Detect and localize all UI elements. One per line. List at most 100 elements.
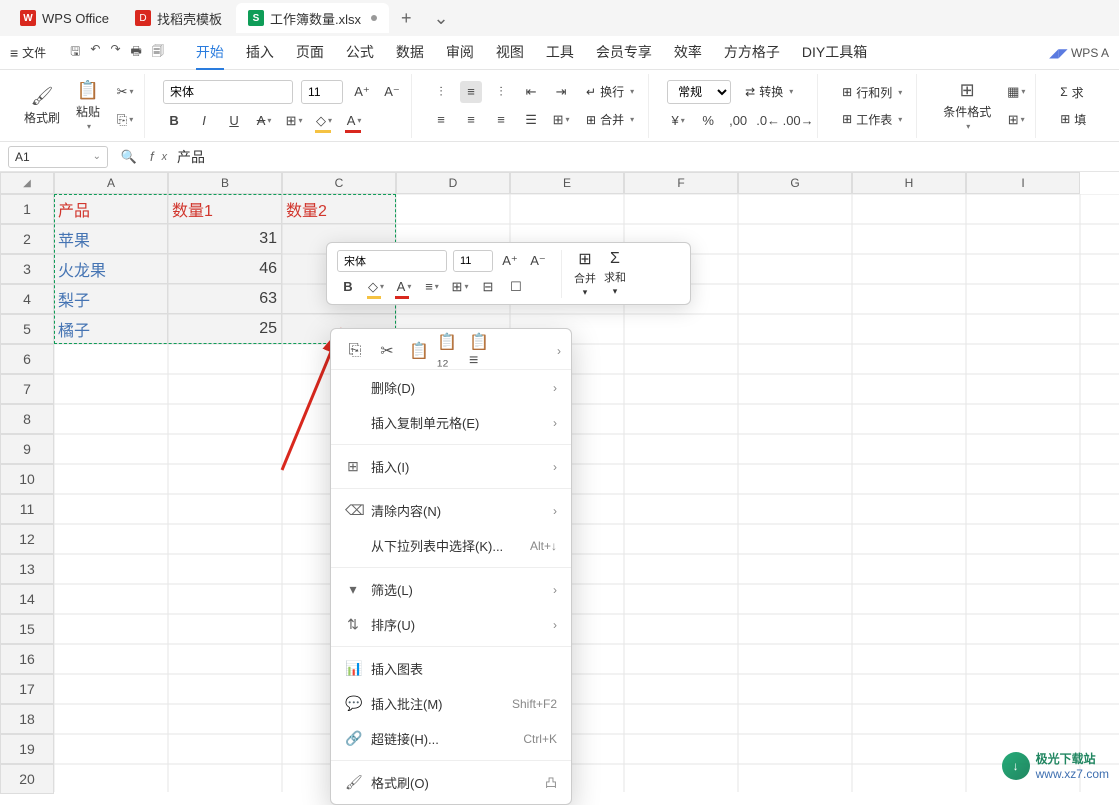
align-left-button[interactable]: ≡ bbox=[430, 109, 452, 131]
tab-more-button[interactable]: ⌄ bbox=[424, 8, 459, 29]
tab-diy[interactable]: DIY工具箱 bbox=[802, 36, 867, 70]
ctx-insert-copied[interactable]: 插入复制单元格(E)› bbox=[331, 405, 571, 440]
ctx-copy-icon[interactable]: ⎘ bbox=[341, 339, 369, 363]
undo-icon[interactable]: ↶ bbox=[90, 42, 100, 63]
indent-decrease-button[interactable]: ⇤ bbox=[520, 81, 542, 103]
paste-button[interactable]: 📋粘贴 bbox=[68, 78, 108, 133]
decrease-decimal-button[interactable]: .0← bbox=[757, 110, 779, 132]
row-header-10[interactable]: 10 bbox=[0, 464, 54, 494]
tab-data[interactable]: 数据 bbox=[396, 36, 424, 70]
cell-B1[interactable]: 数量1 bbox=[168, 194, 282, 224]
align-middle-button[interactable]: ≡ bbox=[460, 81, 482, 103]
save-icon[interactable]: 🖫 bbox=[70, 42, 80, 63]
tab-efficiency[interactable]: 效率 bbox=[674, 36, 702, 70]
mini-format[interactable]: ☐ bbox=[505, 276, 527, 298]
select-all-corner[interactable]: ◢ bbox=[0, 172, 54, 194]
mini-align[interactable]: ≡ bbox=[421, 276, 443, 298]
tab-workbook[interactable]: S 工作簿数量.xlsx bbox=[236, 3, 389, 33]
col-header-G[interactable]: G bbox=[738, 172, 852, 194]
row-header-6[interactable]: 6 bbox=[0, 344, 54, 374]
tab-home[interactable]: 开始 bbox=[196, 36, 224, 70]
currency-button[interactable]: ¥ bbox=[667, 110, 689, 132]
ctx-hyperlink[interactable]: 🔗超链接(H)...Ctrl+K bbox=[331, 721, 571, 756]
row-header-12[interactable]: 12 bbox=[0, 524, 54, 554]
col-header-F[interactable]: F bbox=[624, 172, 738, 194]
formula-input[interactable]: 产品 bbox=[177, 147, 205, 167]
font-color-button[interactable]: A bbox=[343, 110, 365, 132]
cell-A2[interactable]: 苹果 bbox=[54, 224, 168, 254]
row-header-19[interactable]: 19 bbox=[0, 734, 54, 764]
wrap-text-button[interactable]: ↵ 换行 bbox=[580, 81, 640, 102]
col-header-E[interactable]: E bbox=[510, 172, 624, 194]
cell-A5[interactable]: 橘子 bbox=[54, 314, 168, 344]
cell-A3[interactable]: 火龙果 bbox=[54, 254, 168, 284]
row-header-4[interactable]: 4 bbox=[0, 284, 54, 314]
row-header-11[interactable]: 11 bbox=[0, 494, 54, 524]
ctx-quick-more[interactable]: › bbox=[557, 344, 561, 358]
tab-member[interactable]: 会员专享 bbox=[596, 36, 652, 70]
align-top-button[interactable]: ⫶ bbox=[430, 81, 452, 103]
tab-insert[interactable]: 插入 bbox=[246, 36, 274, 70]
font-name-select[interactable] bbox=[163, 80, 293, 104]
format-button[interactable]: ⊞ bbox=[1005, 109, 1027, 131]
cell-A1[interactable]: 产品 bbox=[54, 194, 168, 224]
row-header-1[interactable]: 1 bbox=[0, 194, 54, 224]
bold-button[interactable]: B bbox=[163, 110, 185, 132]
ctx-filter[interactable]: ▾筛选(L)› bbox=[331, 572, 571, 607]
row-header-17[interactable]: 17 bbox=[0, 674, 54, 704]
redo-icon[interactable]: ↷ bbox=[110, 42, 120, 63]
italic-button[interactable]: I bbox=[193, 110, 215, 132]
file-menu[interactable]: ≡ 文件 bbox=[10, 44, 46, 61]
row-header-7[interactable]: 7 bbox=[0, 374, 54, 404]
copy-button[interactable]: ⎘ bbox=[114, 109, 136, 131]
ctx-paste-special-icon[interactable]: 📋≡ bbox=[469, 339, 497, 363]
print-icon[interactable]: 🖶 bbox=[131, 42, 142, 63]
styles-button[interactable]: ▦ bbox=[1005, 81, 1027, 103]
row-header-20[interactable]: 20 bbox=[0, 764, 54, 794]
ctx-format-painter[interactable]: 🖌格式刷(O)凸 bbox=[331, 765, 571, 800]
tab-page[interactable]: 页面 bbox=[296, 36, 324, 70]
align-bottom-button[interactable]: ⫶ bbox=[490, 81, 512, 103]
mini-sum-button[interactable]: Σ求和▾ bbox=[604, 250, 626, 297]
row-header-15[interactable]: 15 bbox=[0, 614, 54, 644]
ctx-delete[interactable]: 删除(D)› bbox=[331, 370, 571, 405]
conditional-format-button[interactable]: ⊞条件格式 bbox=[935, 78, 999, 133]
align-center-button[interactable]: ≡ bbox=[460, 109, 482, 131]
convert-button[interactable]: ⇄ 转换 bbox=[739, 81, 799, 102]
mini-fill-color[interactable]: ◇ bbox=[365, 276, 387, 298]
ctx-paste-icon[interactable]: 📋 bbox=[405, 339, 433, 363]
row-header-18[interactable]: 18 bbox=[0, 704, 54, 734]
col-header-D[interactable]: D bbox=[396, 172, 510, 194]
align-justify-button[interactable]: ☰ bbox=[520, 109, 542, 131]
cell-C1[interactable]: 数量2 bbox=[282, 194, 396, 224]
mini-increase-font[interactable]: A⁺ bbox=[499, 250, 521, 272]
row-header-2[interactable]: 2 bbox=[0, 224, 54, 254]
decrease-font-button[interactable]: A⁻ bbox=[381, 81, 403, 103]
mini-font-color[interactable]: A bbox=[393, 276, 415, 298]
mini-merge-button[interactable]: ⊞合并▾ bbox=[574, 249, 596, 298]
fill-color-button[interactable]: ◇ bbox=[313, 110, 335, 132]
tab-formula[interactable]: 公式 bbox=[346, 36, 374, 70]
ctx-insert-comment[interactable]: 💬插入批注(M)Shift+F2 bbox=[331, 686, 571, 721]
tab-add-button[interactable]: + bbox=[391, 8, 422, 29]
border-button[interactable]: ⊞ bbox=[283, 110, 305, 132]
col-header-I[interactable]: I bbox=[966, 172, 1080, 194]
col-header-B[interactable]: B bbox=[168, 172, 282, 194]
indent-increase-button[interactable]: ⇥ bbox=[550, 81, 572, 103]
row-header-9[interactable]: 9 bbox=[0, 434, 54, 464]
tab-view[interactable]: 视图 bbox=[496, 36, 524, 70]
zoom-in-icon[interactable]: 🔍 bbox=[118, 146, 140, 168]
number-format-select[interactable]: 常规 bbox=[667, 80, 731, 104]
format-painter-button[interactable]: 🖌格式刷 bbox=[16, 84, 68, 128]
mini-font-name[interactable] bbox=[337, 250, 447, 272]
col-header-C[interactable]: C bbox=[282, 172, 396, 194]
ctx-insert[interactable]: ⊞插入(I)› bbox=[331, 449, 571, 484]
row-header-8[interactable]: 8 bbox=[0, 404, 54, 434]
mini-unmerge[interactable]: ⊟ bbox=[477, 276, 499, 298]
row-header-14[interactable]: 14 bbox=[0, 584, 54, 614]
percent-button[interactable]: % bbox=[697, 110, 719, 132]
ctx-cut-icon[interactable]: ✂ bbox=[373, 339, 401, 363]
row-header-16[interactable]: 16 bbox=[0, 644, 54, 674]
rowcol-button[interactable]: ⊞ 行和列 bbox=[836, 82, 908, 103]
orientation-button[interactable]: ⊞ bbox=[550, 109, 572, 131]
